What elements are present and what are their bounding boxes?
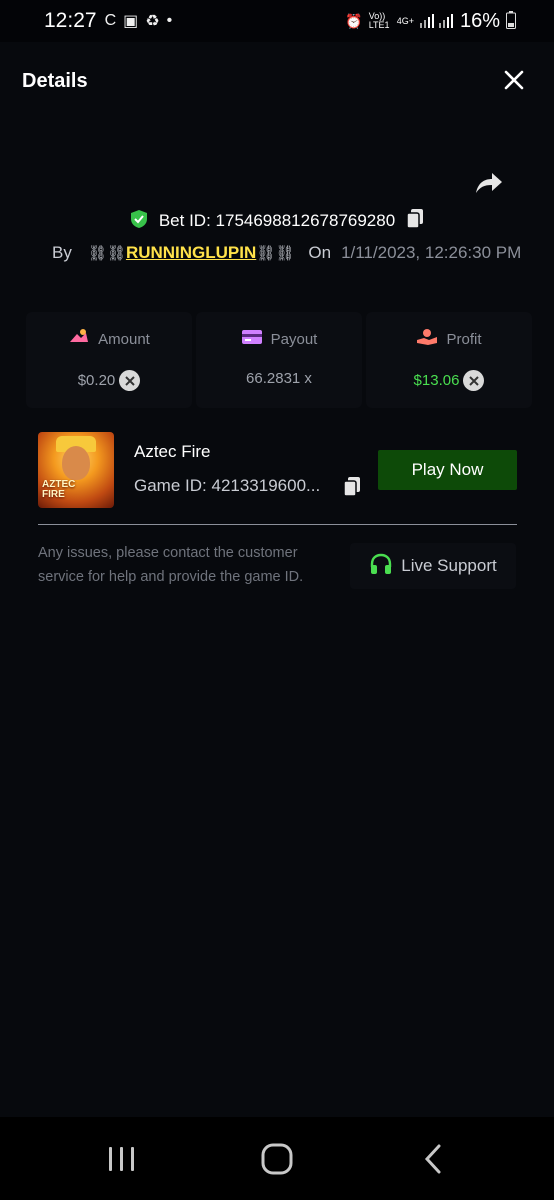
panel-header: Details	[0, 42, 554, 120]
divider	[38, 524, 517, 525]
profit-label: Profit	[446, 330, 482, 348]
username-link[interactable]: RUNNINGLUPIN	[126, 243, 256, 263]
game-id: Game ID: 4213319600...	[134, 476, 320, 496]
notification-icon: ▣	[123, 13, 139, 30]
game-id-value: 4213319600...	[211, 476, 321, 495]
copy-game-id-icon[interactable]	[342, 476, 364, 498]
chain-icon: ⛓⛓	[256, 245, 295, 262]
battery-percent: 16%	[459, 9, 500, 32]
bet-id-row: Bet ID: 1754698812678769280	[0, 208, 554, 234]
share-app-icon: ♻	[145, 13, 160, 30]
by-label: By	[52, 243, 72, 262]
status-bar: 12:27 C ▣ ♻ • ⏰ Vo)) LTE1 4G+ 16%	[0, 0, 554, 42]
coin-icon	[119, 370, 141, 391]
alarm-icon: ⏰	[345, 12, 363, 29]
stat-profit: Profit $13.06	[366, 312, 532, 408]
card-icon	[241, 328, 263, 350]
stat-payout: Payout 66.2831 x	[196, 312, 362, 408]
home-icon[interactable]	[255, 1143, 299, 1175]
share-icon[interactable]	[472, 166, 504, 198]
chain-icon: ⛓⛓	[87, 245, 126, 262]
copy-icon[interactable]	[405, 208, 425, 235]
status-time: 12:27	[44, 9, 97, 32]
payout-value: 66.2831 x	[246, 370, 312, 387]
profit-value: $13.06	[413, 372, 460, 389]
close-icon[interactable]	[500, 66, 528, 94]
network-label: 4G+	[396, 16, 414, 26]
system-nav-bar	[0, 1117, 554, 1200]
sync-icon: C	[104, 12, 117, 29]
amount-value: $0.20	[77, 372, 116, 389]
play-now-button[interactable]: Play Now	[378, 450, 517, 490]
signal-icon	[419, 12, 454, 31]
back-icon[interactable]	[410, 1143, 454, 1175]
bet-id-label: Bet ID:	[158, 211, 211, 230]
details-panel: Details Bet ID: 1754698812678769280 By ⛓…	[0, 42, 554, 1117]
coin-icon	[463, 370, 485, 391]
headphones-icon	[369, 553, 393, 580]
lte-label: Vo)) LTE1	[368, 11, 390, 30]
bet-meta-row: By ⛓⛓ RUNNINGLUPIN ⛓⛓ On 1/11/2023, 12:2…	[52, 240, 521, 266]
amount-label: Amount	[98, 330, 150, 348]
amount-icon	[68, 328, 90, 350]
game-name: Aztec Fire	[134, 442, 211, 461]
bet-id-value: 1754698812678769280	[215, 211, 396, 230]
game-thumbnail[interactable]: AZTEC FIRE	[38, 432, 114, 508]
on-label: On	[308, 243, 332, 262]
help-text: Any issues, please contact the customer …	[38, 545, 304, 585]
dot-icon: •	[166, 12, 173, 29]
battery-icon	[506, 10, 516, 32]
shield-check-icon	[129, 209, 149, 234]
profit-icon	[416, 328, 438, 350]
stat-amount: Amount $0.20	[26, 312, 192, 408]
live-support-button[interactable]: Live Support	[350, 543, 516, 589]
bet-stats: Amount $0.20 Payout 66.2831 x Profit $13…	[26, 312, 532, 408]
game-id-label: Game ID:	[134, 476, 207, 495]
bet-date: 1/11/2023, 12:26:30 PM	[341, 243, 522, 262]
recent-apps-icon[interactable]	[100, 1143, 144, 1175]
payout-label: Payout	[270, 330, 318, 348]
thumb-text-2: FIRE	[42, 489, 65, 500]
live-support-label: Live Support	[401, 556, 497, 575]
page-title: Details	[22, 69, 88, 92]
